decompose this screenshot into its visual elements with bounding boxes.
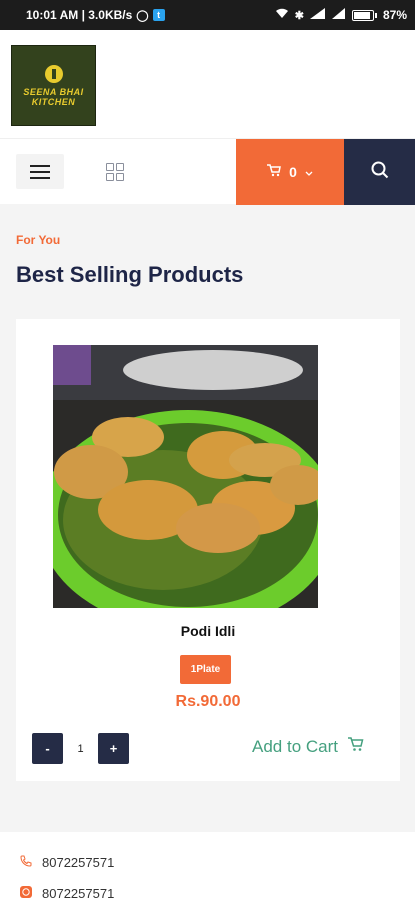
quantity-increase-button[interactable]: + xyxy=(98,733,129,764)
alarm-icon: ◯ xyxy=(136,9,149,22)
cart-count: 0 xyxy=(289,164,297,180)
logo-line-1: SEENA BHAI xyxy=(23,86,84,97)
phone-number: 8072257571 xyxy=(42,855,115,870)
product-name[interactable]: Podi Idli xyxy=(16,623,400,639)
battery-icon xyxy=(351,9,377,21)
quantity-decrease-button[interactable]: - xyxy=(32,733,63,764)
navbar: 0 xyxy=(0,138,415,205)
search-button[interactable] xyxy=(344,139,415,205)
battery-level: 87% xyxy=(382,8,407,22)
section-kicker: For You xyxy=(16,233,61,247)
brand-logo[interactable]: SEENA BHAI KITCHEN xyxy=(11,45,96,126)
cart-icon xyxy=(348,737,364,757)
signal-2-icon xyxy=(331,8,346,22)
status-right: ✱ 87% xyxy=(275,8,407,22)
status-left: 10:01 AM | 3.0KB/s ◯ t xyxy=(26,8,165,22)
search-icon xyxy=(371,161,389,184)
footer-contact: 8072257571 8072257571 xyxy=(0,832,415,900)
whatsapp-number: 8072257571 xyxy=(42,886,115,900)
hamburger-menu-button[interactable] xyxy=(16,154,64,189)
variant-badge[interactable]: 1Plate xyxy=(180,655,231,684)
cart-button[interactable]: 0 xyxy=(236,139,344,205)
status-time-speed: 10:01 AM | 3.0KB/s xyxy=(26,8,133,22)
section-title: Best Selling Products xyxy=(16,262,244,287)
product-price: Rs.90.00 xyxy=(175,693,241,710)
whatsapp-row[interactable]: 8072257571 xyxy=(20,886,114,900)
add-to-cart-label: Add to Cart xyxy=(252,737,338,756)
product-card: Podi Idli 1Plate Rs.90.00 - 1 + Add to C… xyxy=(16,319,400,781)
add-to-cart-button[interactable]: Add to Cart xyxy=(252,737,364,757)
chevron-down-icon xyxy=(305,164,313,180)
phone-icon xyxy=(20,855,32,870)
phone-row[interactable]: 8072257571 xyxy=(20,855,114,870)
grid-view-icon[interactable] xyxy=(106,163,124,181)
logo-line-2: KITCHEN xyxy=(31,96,76,107)
whatsapp-icon xyxy=(20,886,32,900)
bluetooth-icon: ✱ xyxy=(294,9,304,22)
twitter-icon: t xyxy=(152,9,165,21)
product-image[interactable] xyxy=(53,345,318,608)
quantity-value[interactable]: 1 xyxy=(66,733,95,764)
signal-icon xyxy=(309,8,326,22)
header-logo-area: SEENA BHAI KITCHEN xyxy=(0,30,415,138)
logo-mark-icon xyxy=(44,64,63,83)
cart-icon xyxy=(267,164,282,180)
wifi-icon xyxy=(275,8,289,22)
status-bar: 10:01 AM | 3.0KB/s ◯ t ✱ 87% xyxy=(0,0,415,30)
